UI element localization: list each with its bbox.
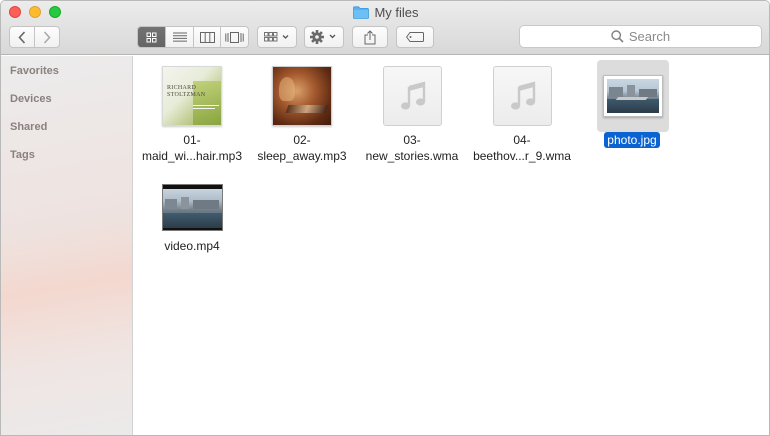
chevron-right-icon — [43, 30, 51, 44]
share-button[interactable] — [352, 26, 388, 48]
file-name-line1: 04- — [513, 133, 531, 147]
toolbar: My files Search — [1, 1, 769, 55]
window-title-bar: My files — [1, 4, 769, 20]
file-item[interactable]: video.mp4 — [136, 176, 248, 271]
search-field[interactable]: Search — [519, 25, 762, 48]
chevron-left-icon — [18, 30, 25, 44]
sidebar-section-shared[interactable]: Shared — [10, 121, 47, 133]
file-item[interactable]: RICHARD STOLTZMAN 01- maid_wi...hair.mp3 — [136, 64, 248, 174]
album-cover-thumbnail: RICHARD STOLTZMAN — [162, 66, 222, 126]
back-forward-group — [9, 26, 60, 48]
sidebar: Favorites Devices Shared Tags — [1, 56, 133, 435]
share-icon — [364, 29, 376, 44]
sidebar-section-devices[interactable]: Devices — [10, 93, 52, 105]
music-note-icon — [510, 81, 535, 110]
view-mode-control — [137, 26, 249, 48]
icon-view-button[interactable] — [138, 27, 166, 47]
music-file-thumbnail — [383, 66, 442, 126]
file-name-line1: 02- — [293, 133, 311, 147]
file-item[interactable]: 03- new_stories.wma — [356, 64, 468, 174]
window-title: My files — [374, 4, 419, 20]
file-grid: RICHARD STOLTZMAN 01- maid_wi...hair.mp3… — [134, 56, 769, 435]
file-name-line2: new_stories.wma — [365, 149, 459, 163]
columns-icon — [199, 31, 215, 43]
file-item[interactable]: 04- beethov...r_9.wma — [466, 64, 578, 174]
file-name-selected: photo.jpg — [604, 132, 660, 148]
music-file-thumbnail — [493, 66, 552, 126]
action-button[interactable] — [304, 26, 344, 48]
finder-window: My files Search Favorites Devices Shared… — [0, 0, 770, 436]
file-item[interactable]: 02- sleep_away.mp3 — [246, 64, 358, 174]
file-name: photo.jpg — [576, 132, 688, 148]
file-name-line2: beethov...r_9.wma — [473, 149, 571, 163]
sidebar-section-favorites[interactable]: Favorites — [10, 65, 59, 77]
search-placeholder: Search — [628, 29, 671, 44]
music-note-icon — [400, 81, 425, 110]
list-view-button[interactable] — [166, 27, 194, 47]
chevron-down-icon — [282, 35, 289, 39]
column-view-button[interactable] — [194, 27, 221, 47]
gear-icon — [310, 30, 336, 44]
arrange-button[interactable] — [257, 26, 297, 48]
arrange-icon — [264, 32, 289, 42]
album-cover-thumbnail — [272, 66, 332, 126]
tags-button[interactable] — [396, 26, 434, 48]
photo-thumbnail — [603, 75, 663, 117]
file-name-line2: maid_wi...hair.mp3 — [141, 149, 243, 163]
list-icon — [172, 32, 187, 42]
back-button[interactable] — [10, 27, 35, 47]
video-thumbnail — [162, 184, 223, 231]
file-name-line2: sleep_away.mp3 — [257, 149, 347, 163]
file-name: video.mp4 — [164, 239, 220, 253]
cover-flow-view-button[interactable] — [221, 27, 248, 47]
sidebar-section-tags[interactable]: Tags — [10, 149, 35, 161]
search-icon — [611, 30, 624, 43]
grid-icon — [146, 32, 157, 42]
tag-icon — [406, 32, 424, 42]
file-name-line1: 01- — [183, 133, 201, 147]
album-cover-text: RICHARD STOLTZMAN — [167, 85, 206, 98]
cover-flow-icon — [225, 31, 244, 43]
file-name-line1: 03- — [403, 133, 421, 147]
forward-button[interactable] — [35, 27, 59, 47]
folder-icon — [353, 5, 370, 19]
file-item-selected[interactable]: photo.jpg — [576, 60, 688, 170]
